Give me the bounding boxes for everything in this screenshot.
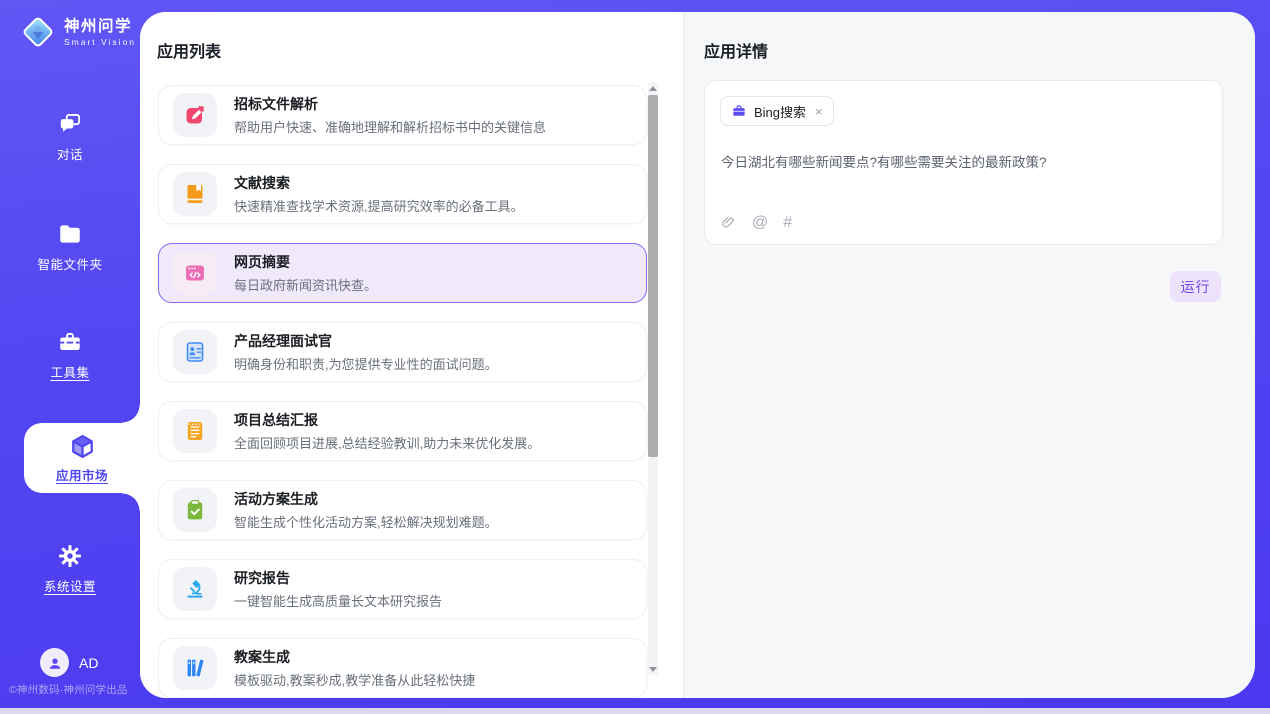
app-list-item[interactable]: 项目总结汇报 全面回顾项目进展,总结经验教训,助力未来优化发展。 [158,401,647,461]
app-description: 帮助用户快速、准确地理解和解析招标书中的关键信息 [234,117,546,136]
composer-toolbar: @ # [720,214,792,231]
app-description: 明确身份和职责,为您提供专业性的面试问题。 [234,354,498,373]
at-icon[interactable]: @ [752,215,768,231]
person-icon [46,654,64,672]
books-icon [183,656,207,680]
app-list-item[interactable]: 活动方案生成 智能生成个性化活动方案,轻松解决规划难题。 [158,480,647,540]
app-title: 网页摘要 [234,252,377,272]
brand-name: 神州问学 [64,18,136,35]
sidebar-item-chat[interactable]: 对话 [0,111,140,163]
user-name: AD [79,655,98,671]
app-title: 活动方案生成 [234,489,498,509]
tool-tag-bing-search[interactable]: Bing搜索 × [720,96,834,126]
app-list-item[interactable]: 研究报告 一键智能生成高质量长文本研究报告 [158,559,647,619]
app-list-title: 应用列表 [157,38,221,62]
app-card-list: 招标文件解析 帮助用户快速、准确地理解和解析招标书中的关键信息 文献搜索 快速精… [158,85,647,698]
sidebar-item-label: 应用市场 [56,465,108,484]
window-bottom-edge [0,708,1270,714]
prompt-input[interactable]: 今日湖北有哪些新闻要点?有哪些需要关注的最新政策? [721,151,1206,171]
tool-tag-label: Bing搜索 [754,102,806,121]
app-description: 一键智能生成高质量长文本研究报告 [234,591,442,610]
scroll-down-icon[interactable] [648,663,658,675]
note-icon [183,419,207,443]
avatar [40,648,69,677]
app-list-item[interactable]: 教案生成 模板驱动,教案秒成,教学准备从此轻松快捷 [158,638,647,698]
brand-logo: 神州问学 Smart Vision [20,14,136,50]
app-description: 模板驱动,教案秒成,教学准备从此轻松快捷 [234,670,475,689]
paperclip-icon[interactable] [720,214,737,231]
sidebar-item-settings[interactable]: 系统设置 [0,543,140,595]
toolbox-icon [57,329,83,355]
sidebar-item-label: 对话 [57,144,83,163]
sidebar-item-label: 系统设置 [44,576,96,595]
app-title: 教案生成 [234,647,475,667]
app-title: 项目总结汇报 [234,410,540,430]
sidebar-item-app-market[interactable]: 应用市场 [24,423,140,493]
interview-doc-icon [183,340,207,364]
app-description: 每日政府新闻资讯快查。 [234,275,377,294]
scroll-up-icon[interactable] [648,82,658,94]
app-title: 文献搜索 [234,173,524,193]
app-list-item[interactable]: 产品经理面试官 明确身份和职责,为您提供专业性的面试问题。 [158,322,647,382]
sidebar-item-smart-folders[interactable]: 智能文件夹 [0,221,140,273]
run-button[interactable]: 运行 [1170,271,1221,302]
app-window: 神州问学 Smart Vision 对话 智能文件夹 [0,0,1270,714]
app-title: 研究报告 [234,568,442,588]
user-badge[interactable]: AD [40,648,98,677]
app-title: 产品经理面试官 [234,331,498,351]
cube-icon [69,433,96,460]
chat-icon [57,111,83,137]
gear-icon [57,543,83,569]
prompt-composer: Bing搜索 × 今日湖北有哪些新闻要点?有哪些需要关注的最新政策? @ # [704,80,1223,245]
app-list-item[interactable]: 文献搜索 快速精准查找学术资源,提高研究效率的必备工具。 [158,164,647,224]
diamond-logo-icon [20,14,56,50]
scrollbar-thumb[interactable] [648,95,658,457]
sidebar-footer-credit: ©神州数码·神州问学出品 [9,682,141,697]
clipboard-check-icon [183,498,207,522]
list-scrollbar[interactable] [648,82,658,675]
sidebar-item-toolset[interactable]: 工具集 [0,329,140,381]
app-description: 快速精准查找学术资源,提高研究效率的必备工具。 [234,196,524,215]
app-description: 全面回顾项目进展,总结经验教训,助力未来优化发展。 [234,433,540,452]
folder-icon [57,221,83,247]
edit-square-icon [183,103,207,127]
sidebar-item-label: 智能文件夹 [37,254,102,273]
microscope-icon [183,577,207,601]
hash-icon[interactable]: # [783,215,792,231]
close-icon[interactable]: × [815,105,823,118]
book-icon [183,182,207,206]
app-list-item[interactable]: 网页摘要 每日政府新闻资讯快查。 [158,243,647,303]
browser-code-icon [183,261,207,285]
app-list-item[interactable]: 招标文件解析 帮助用户快速、准确地理解和解析招标书中的关键信息 [158,85,647,145]
briefcase-icon [731,103,747,119]
content-area: 应用列表 招标文件解析 帮助用户快速、准确地理解和解析招标书中的关键信息 文献搜… [140,12,1255,698]
sidebar-item-label: 工具集 [50,362,89,381]
app-title: 招标文件解析 [234,94,546,114]
app-detail-title: 应用详情 [704,38,768,62]
app-list-panel: 应用列表 招标文件解析 帮助用户快速、准确地理解和解析招标书中的关键信息 文献搜… [140,12,683,698]
brand-subtitle: Smart Vision [64,37,136,47]
app-description: 智能生成个性化活动方案,轻松解决规划难题。 [234,512,498,531]
app-detail-panel: 应用详情 Bing搜索 × 今日湖北有哪些新闻要点?有哪些需要关注的最新政策? [683,12,1255,698]
